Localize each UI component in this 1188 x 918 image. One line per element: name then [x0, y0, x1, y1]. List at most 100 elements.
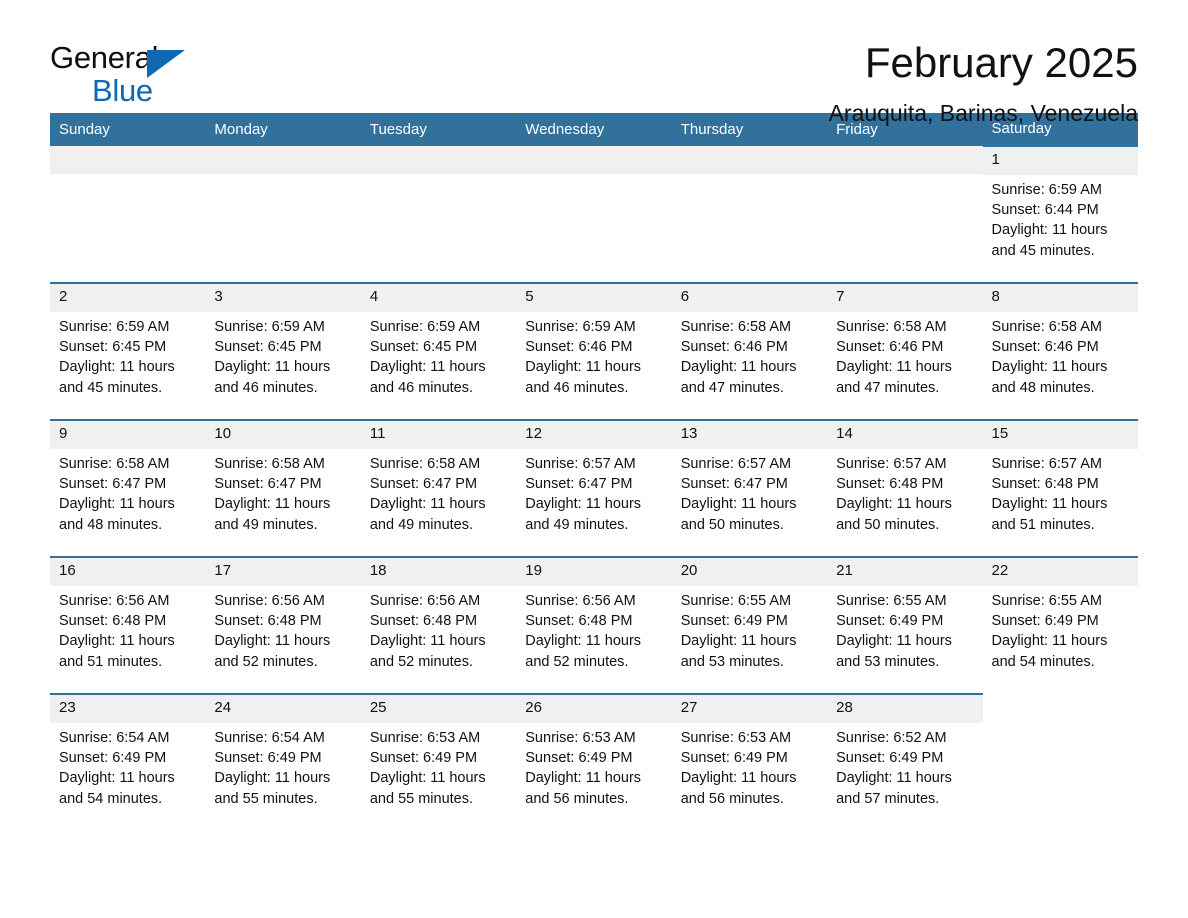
- sunrise-text: Sunrise: 6:57 AM: [991, 456, 1102, 472]
- day-number: 20: [671, 558, 828, 586]
- sunset-text: Sunset: 6:46 PM: [525, 339, 633, 356]
- sunrise-text: Sunrise: 6:56 AM: [214, 593, 325, 609]
- daylight-text-line1: Daylight: 11 hours: [214, 359, 331, 376]
- daylight-text-line1: Daylight: 11 hours: [525, 496, 642, 513]
- daylight-text-line1: Daylight: 11 hours: [59, 633, 175, 650]
- day-cell-2[interactable]: 2 Sunrise: 6:59 AM Sunset: 6:45 PM Daylight…: [50, 282, 206, 420]
- daylight-text-line1: Daylight: 11 hours: [59, 496, 175, 513]
- day-number: 22: [982, 558, 1138, 586]
- daylight-text-line1: Daylight: 11 hours: [214, 770, 331, 787]
- sunset-text: Sunset: 6:48 PM: [214, 613, 322, 630]
- day-details: Sunrise: 6:58 AM Sunset: 6:46 PM Daylight:…: [983, 312, 1138, 398]
- daylight-text-line1: Daylight: 11 hours: [991, 633, 1108, 650]
- sunrise-sunset-calendar: Sunday Monday Tuesday Wednesday Thursday Frid…: [50, 113, 1138, 830]
- day-cell-9[interactable]: 9 Sunrise: 6:58 AM Sunset: 6:47 PM Daylight…: [50, 419, 206, 557]
- day-number: 3: [205, 284, 361, 312]
- day-details: Sunrise: 6:53 AM Sunset: 6:49 PM Daylight:…: [516, 723, 671, 809]
- sunset-text: Sunset: 6:47 PM: [369, 476, 478, 493]
- sunrise-text: Sunrise: 6:53 AM: [369, 730, 481, 746]
- daylight-text-line2: and 55 minutes.: [214, 790, 318, 807]
- general-blue-logo[interactable]: General Blue: [50, 42, 200, 112]
- day-cell-12[interactable]: 12 Sunrise: 6:57 AM Sunset: 6:47 PM Dayligh…: [516, 419, 672, 557]
- day-cell-13[interactable]: 13 Sunrise: 6:57 AM Sunset: 6:47 PM Dayligh…: [671, 419, 828, 557]
- daylight-text-line1: Daylight: 11 hours: [991, 222, 1108, 239]
- day-details: Sunrise: 6:55 AM Sunset: 6:49 PM Daylight:…: [983, 586, 1138, 672]
- sunset-text: Sunset: 6:44 PM: [991, 202, 1099, 219]
- daylight-text-line2: and 53 minutes.: [680, 653, 784, 670]
- sunset-text: Sunset: 6:49 PM: [836, 613, 944, 630]
- day-cell-18[interactable]: 18 Sunrise: 6:56 AM Sunset: 6:48 PM Dayligh…: [360, 556, 517, 694]
- day-cell-empty: [827, 146, 983, 283]
- day-cell-10[interactable]: 10 Sunrise: 6:58 AM Sunset: 6:47 PM Dayligh…: [205, 419, 361, 557]
- day-cell-16[interactable]: 16 Sunrise: 6:56 AM Sunset: 6:48 PM Dayligh…: [50, 556, 206, 694]
- day-cell-17[interactable]: 17 Sunrise: 6:56 AM Sunset: 6:48 PM Dayligh…: [205, 556, 361, 694]
- day-details: Sunrise: 6:59 AM Sunset: 6:45 PM Daylight:…: [361, 312, 516, 398]
- day-number: 16: [50, 558, 206, 586]
- day-cell-26[interactable]: 26 Sunrise: 6:53 AM Sunset: 6:49 PM Dayligh…: [516, 693, 672, 830]
- day-cell-8[interactable]: 8 Sunrise: 6:58 AM Sunset: 6:46 PM Daylight…: [982, 282, 1138, 420]
- daylight-text-line2: and 47 minutes.: [680, 379, 784, 396]
- daylight-text-line1: Daylight: 11 hours: [525, 770, 642, 787]
- sunrise-text: Sunrise: 6:59 AM: [369, 319, 481, 335]
- day-cell-23[interactable]: 23 Sunrise: 6:54 AM Sunset: 6:49 PM Dayligh…: [50, 693, 206, 830]
- sunrise-text: Sunrise: 6:55 AM: [991, 593, 1102, 609]
- day-details: Sunrise: 6:58 AM Sunset: 6:47 PM Daylight:…: [361, 449, 516, 535]
- daylight-text-line1: Daylight: 11 hours: [680, 496, 797, 513]
- daylight-text-line2: and 57 minutes.: [836, 790, 940, 807]
- day-details: Sunrise: 6:57 AM Sunset: 6:48 PM Daylight:…: [983, 449, 1138, 535]
- day-cell-empty: [360, 146, 517, 283]
- daylight-text-line2: and 52 minutes.: [214, 653, 318, 670]
- day-cell-24[interactable]: 24 Sunrise: 6:54 AM Sunset: 6:49 PM Dayligh…: [205, 693, 361, 830]
- daylight-text-line1: Daylight: 11 hours: [214, 496, 331, 513]
- day-cell-19[interactable]: 19 Sunrise: 6:56 AM Sunset: 6:48 PM Dayligh…: [516, 556, 672, 694]
- day-cell-11[interactable]: 11 Sunrise: 6:58 AM Sunset: 6:47 PM Dayligh…: [360, 419, 517, 557]
- day-number: 27: [671, 695, 828, 723]
- day-details: Sunrise: 6:55 AM Sunset: 6:49 PM Daylight:…: [827, 586, 982, 672]
- daylight-text-line1: Daylight: 11 hours: [214, 633, 331, 650]
- sunset-text: Sunset: 6:45 PM: [59, 339, 167, 356]
- day-number: 9: [50, 421, 206, 449]
- sunset-text: Sunset: 6:45 PM: [369, 339, 478, 356]
- sunset-text: Sunset: 6:49 PM: [369, 750, 478, 767]
- daylight-text-line1: Daylight: 11 hours: [369, 496, 486, 513]
- day-cell-15[interactable]: 15 Sunrise: 6:57 AM Sunset: 6:48 PM Dayligh…: [982, 419, 1138, 557]
- day-cell-20[interactable]: 20 Sunrise: 6:55 AM Sunset: 6:49 PM Dayligh…: [671, 556, 828, 694]
- day-cell-1[interactable]: 1 Sunrise: 6:59 AM Sunset: 6:44 PM Daylight…: [982, 145, 1138, 283]
- daylight-text-line2: and 47 minutes.: [836, 379, 940, 396]
- day-cell-7[interactable]: 7 Sunrise: 6:58 AM Sunset: 6:46 PM Daylight…: [827, 282, 983, 420]
- day-number: 12: [516, 421, 672, 449]
- calendar-week-row: 9 Sunrise: 6:58 AM Sunset: 6:47 PM Daylight…: [50, 419, 1138, 557]
- daylight-text-line1: Daylight: 11 hours: [680, 633, 797, 650]
- daylight-text-line2: and 51 minutes.: [991, 516, 1095, 533]
- page-title: February 2025: [864, 39, 1138, 86]
- day-number: 24: [205, 695, 361, 723]
- calendar-body: 1 Sunrise: 6:59 AM Sunset: 6:44 PM Daylight…: [50, 145, 1138, 830]
- sunset-text: Sunset: 6:48 PM: [525, 613, 633, 630]
- day-cell-25[interactable]: 25 Sunrise: 6:53 AM Sunset: 6:49 PM Dayligh…: [360, 693, 517, 830]
- calendar-week-row: 23 Sunrise: 6:54 AM Sunset: 6:49 PM Dayligh…: [50, 693, 1138, 830]
- day-cell-4[interactable]: 4 Sunrise: 6:59 AM Sunset: 6:45 PM Daylight…: [360, 282, 517, 420]
- day-details: Sunrise: 6:56 AM Sunset: 6:48 PM Daylight:…: [361, 586, 516, 672]
- daylight-text-line2: and 48 minutes.: [59, 516, 163, 533]
- sunrise-text: Sunrise: 6:55 AM: [836, 593, 947, 609]
- day-number: 4: [360, 284, 517, 312]
- daylight-text-line2: and 52 minutes.: [525, 653, 629, 670]
- daylight-text-line1: Daylight: 11 hours: [59, 770, 175, 787]
- day-cell-21[interactable]: 21 Sunrise: 6:55 AM Sunset: 6:49 PM Dayligh…: [827, 556, 983, 694]
- sunset-text: Sunset: 6:49 PM: [991, 613, 1099, 630]
- day-cell-3[interactable]: 3 Sunrise: 6:59 AM Sunset: 6:45 PM Daylight…: [205, 282, 361, 420]
- day-cell-6[interactable]: 6 Sunrise: 6:58 AM Sunset: 6:46 PM Daylight…: [671, 282, 828, 420]
- day-cell-empty: [982, 694, 1138, 830]
- sunset-text: Sunset: 6:47 PM: [525, 476, 633, 493]
- day-details: Sunrise: 6:56 AM Sunset: 6:48 PM Daylight:…: [516, 586, 671, 672]
- sunrise-text: Sunrise: 6:59 AM: [214, 319, 325, 335]
- day-cell-5[interactable]: 5 Sunrise: 6:59 AM Sunset: 6:46 PM Daylight…: [516, 282, 672, 420]
- day-cell-28[interactable]: 28 Sunrise: 6:52 AM Sunset: 6:49 PM Dayligh…: [827, 693, 983, 830]
- daylight-text-line2: and 56 minutes.: [525, 790, 629, 807]
- day-cell-22[interactable]: 22 Sunrise: 6:55 AM Sunset: 6:49 PM Dayligh…: [982, 556, 1138, 694]
- day-cell-27[interactable]: 27 Sunrise: 6:53 AM Sunset: 6:49 PM Dayligh…: [671, 693, 828, 830]
- daylight-text-line1: Daylight: 11 hours: [680, 770, 797, 787]
- day-cell-14[interactable]: 14 Sunrise: 6:57 AM Sunset: 6:48 PM Dayligh…: [827, 419, 983, 557]
- day-details: Sunrise: 6:52 AM Sunset: 6:49 PM Daylight:…: [827, 723, 982, 809]
- sunset-text: Sunset: 6:47 PM: [214, 476, 322, 493]
